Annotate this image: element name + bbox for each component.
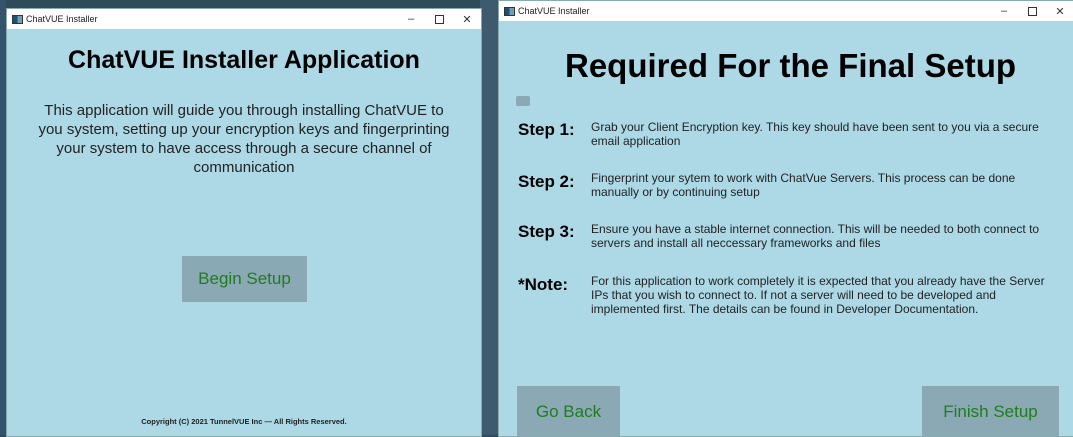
go-back-button[interactable]: Go Back	[517, 386, 620, 436]
app-icon	[504, 6, 515, 16]
step-1-text: Grab your Client Encryption key. This ke…	[591, 120, 1039, 148]
begin-setup-button[interactable]: Begin Setup	[182, 256, 307, 302]
window-content: ChatVUE Installer Application This appli…	[7, 29, 481, 436]
step-2-text: Fingerprint your sytem to work with Chat…	[591, 171, 1016, 199]
app-icon	[12, 14, 23, 24]
window-title: ChatVUE Installer	[518, 6, 590, 16]
page-title: ChatVUE Installer Application	[68, 46, 420, 74]
copyright-text: Copyright (C) 2021 TunnelVUE Inc — All R…	[141, 417, 347, 426]
close-icon[interactable]: ✕	[1046, 1, 1073, 21]
installer-window-requirements: ChatVUE Installer – ✕ Required For the F…	[498, 0, 1073, 437]
step-2-label: Step 2:	[518, 172, 575, 191]
installer-window-welcome: ChatVUE Installer – ✕ ChatVUE Installer …	[6, 8, 482, 437]
desktop-background-strip	[480, 0, 498, 435]
close-icon[interactable]: ✕	[453, 9, 481, 29]
maximize-icon[interactable]	[1018, 1, 1046, 21]
note-label: *Note:	[518, 275, 569, 294]
note-text: For this application to work completely …	[591, 274, 1045, 316]
small-indicator-box	[516, 96, 530, 106]
minimize-icon[interactable]: –	[990, 1, 1018, 21]
window-title: ChatVUE Installer	[26, 14, 98, 24]
title-bar[interactable]: ChatVUE Installer – ✕	[7, 9, 481, 29]
page-title: Required For the Final Setup	[565, 47, 1017, 84]
step-3-label: Step 3:	[518, 222, 575, 241]
title-bar[interactable]: ChatVUE Installer – ✕	[499, 1, 1073, 21]
step-3-text: Ensure you have a stable internet connec…	[591, 222, 1040, 250]
finish-setup-button[interactable]: Finish Setup	[922, 386, 1059, 436]
minimize-icon[interactable]: –	[397, 9, 425, 29]
window-content: Required For the Final Setup Step 1: Gra…	[499, 21, 1073, 436]
maximize-icon[interactable]	[425, 9, 453, 29]
step-1-label: Step 1:	[518, 120, 575, 139]
description-text: This application will guide you through …	[38, 102, 450, 176]
